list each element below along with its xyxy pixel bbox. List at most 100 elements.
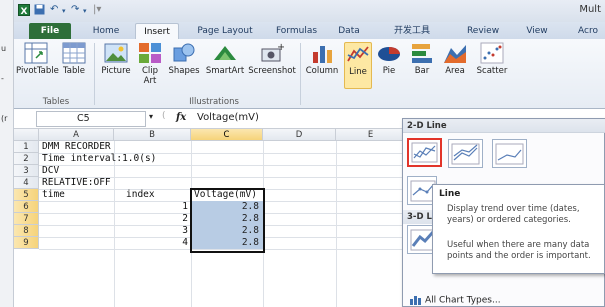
shapes-button[interactable]: Shapes bbox=[166, 42, 202, 76]
cell-a5[interactable]: time bbox=[42, 189, 65, 201]
picture-icon bbox=[104, 43, 128, 63]
redo-icon[interactable]: ↷ bbox=[71, 4, 79, 15]
insert-function-icon[interactable]: fx bbox=[176, 112, 186, 123]
pie-chart-button[interactable]: Pie bbox=[375, 42, 403, 76]
shapes-icon bbox=[173, 43, 195, 62]
line-chart-button[interactable]: Line bbox=[344, 42, 372, 89]
row-header-8[interactable]: 8 bbox=[14, 225, 39, 237]
pie-chart-label: Pie bbox=[382, 66, 396, 76]
formula-input[interactable]: Voltage(mV) bbox=[197, 112, 259, 123]
tab-formulas[interactable]: Formulas bbox=[269, 23, 324, 39]
row-header-6[interactable]: 6 bbox=[14, 201, 39, 213]
line-chart-option[interactable] bbox=[407, 138, 442, 167]
column-header-a[interactable]: A bbox=[39, 129, 114, 141]
customize-icon[interactable]: |▾ bbox=[93, 4, 101, 15]
tab-home[interactable]: Home bbox=[86, 23, 126, 39]
cell-b7[interactable]: 2 bbox=[114, 213, 191, 225]
tab-view[interactable]: View bbox=[519, 23, 555, 39]
screenshot-icon: + bbox=[261, 42, 284, 62]
row-header-2[interactable]: 2 bbox=[14, 153, 39, 165]
clip-art-icon bbox=[139, 43, 161, 63]
save-icon[interactable] bbox=[34, 4, 45, 18]
tab-developer[interactable]: 开发工具 bbox=[386, 23, 438, 39]
tab-page-layout[interactable]: Page Layout bbox=[191, 23, 259, 39]
row-header-7[interactable]: 7 bbox=[14, 213, 39, 225]
group-label-illustrations: Illustrations bbox=[189, 97, 239, 107]
cell-b5[interactable]: index bbox=[126, 189, 155, 201]
tab-insert[interactable]: Insert bbox=[135, 23, 179, 39]
strip-text-3: (r bbox=[1, 114, 8, 123]
name-box[interactable]: C5 bbox=[36, 111, 146, 127]
area-chart-label: Area bbox=[445, 66, 465, 76]
cell-b9[interactable]: 4 bbox=[114, 237, 191, 249]
smartart-icon bbox=[214, 46, 236, 60]
tab-review[interactable]: Review bbox=[461, 23, 505, 39]
cell-b6[interactable]: 1 bbox=[114, 201, 191, 213]
group-label-tables: Tables bbox=[42, 97, 70, 107]
row-header-4[interactable]: 4 bbox=[14, 177, 39, 189]
bar-chart-label: Bar bbox=[414, 66, 430, 76]
clip-art-button[interactable]: Clip Art bbox=[136, 42, 164, 86]
tab-file[interactable]: File bbox=[29, 23, 71, 39]
column-chart-label: Column bbox=[305, 66, 339, 76]
row-header-1[interactable]: 1 bbox=[14, 141, 39, 153]
selection-range-border bbox=[190, 188, 265, 253]
strip-text-2: - bbox=[1, 74, 4, 83]
ribbon-tabs: File Home Insert Page Layout Formulas Da… bbox=[14, 22, 605, 39]
ribbon-insert: PivotTable Table Tables Picture Clip Art… bbox=[14, 39, 605, 109]
excel-window: u - (r X ↶ ▾ ↷ ▾ |▾ Mult File Home Inser… bbox=[0, 0, 605, 307]
select-all-corner[interactable] bbox=[14, 129, 39, 141]
background-window-strip: u - (r bbox=[0, 0, 14, 307]
tooltip-note: Useful when there are many data points a… bbox=[447, 240, 591, 261]
bar-chart-icon bbox=[412, 44, 432, 63]
name-box-dropdown-icon[interactable]: ▾ bbox=[149, 112, 153, 121]
cell-a2[interactable]: Time interval:1.0(s) bbox=[42, 153, 156, 165]
line-chart-tooltip: Line Display trend over time (dates, yea… bbox=[432, 184, 605, 274]
smartart-button[interactable]: SmartArt bbox=[204, 42, 246, 76]
column-header-e[interactable]: E bbox=[336, 129, 406, 141]
cell-a3[interactable]: DCV bbox=[42, 165, 59, 177]
pivot-table-button[interactable]: PivotTable bbox=[16, 42, 59, 76]
percent-stacked-line-chart-option[interactable] bbox=[492, 139, 527, 168]
column-header-d[interactable]: D bbox=[263, 129, 336, 141]
tooltip-title: Line bbox=[439, 189, 461, 199]
row-header-3[interactable]: 3 bbox=[14, 165, 39, 177]
row-header-9[interactable]: 9 bbox=[14, 237, 39, 249]
scatter-chart-button[interactable]: Scatter bbox=[475, 42, 509, 76]
svg-text:+: + bbox=[277, 42, 284, 53]
column-header-b[interactable]: B bbox=[114, 129, 191, 141]
redo-dropdown-icon[interactable]: ▾ bbox=[83, 7, 87, 15]
window-title: Mult bbox=[579, 4, 601, 15]
column-chart-button[interactable]: Column bbox=[303, 42, 341, 76]
section-2d-line: 2-D Line bbox=[403, 119, 605, 133]
cancel-icon[interactable]: ( bbox=[162, 111, 166, 121]
table-icon bbox=[62, 42, 86, 64]
all-chart-types-icon bbox=[410, 296, 421, 305]
table-label: Table bbox=[63, 66, 85, 76]
svg-text:X: X bbox=[21, 7, 28, 16]
all-chart-types-button[interactable]: All Chart Types... bbox=[409, 295, 501, 306]
row-header-5[interactable]: 5 bbox=[14, 189, 39, 201]
cell-b8[interactable]: 3 bbox=[114, 225, 191, 237]
area-chart-button[interactable]: Area bbox=[440, 42, 470, 76]
title-bar: X ↶ ▾ ↷ ▾ |▾ Mult bbox=[14, 0, 605, 22]
all-chart-types-label: All Chart Types... bbox=[425, 295, 501, 306]
undo-icon[interactable]: ↶ bbox=[50, 4, 58, 15]
tab-data[interactable]: Data bbox=[332, 23, 366, 39]
cell-a1[interactable]: DMM RECORDER bbox=[42, 141, 111, 153]
gridline bbox=[336, 141, 337, 307]
screenshot-label: Screenshot bbox=[248, 66, 296, 76]
picture-button[interactable]: Picture bbox=[98, 42, 134, 76]
tooltip-description: Display trend over time (dates, years) o… bbox=[447, 204, 580, 225]
table-button[interactable]: Table bbox=[58, 42, 90, 76]
bar-chart-button[interactable]: Bar bbox=[407, 42, 437, 76]
excel-logo-icon: X bbox=[18, 4, 30, 19]
clip-art-label: Clip Art bbox=[141, 66, 159, 86]
screenshot-button[interactable]: + Screenshot bbox=[246, 42, 298, 76]
pivot-table-label: PivotTable bbox=[16, 66, 59, 76]
tab-acrobat[interactable]: Acro bbox=[571, 23, 605, 39]
column-header-c[interactable]: C bbox=[191, 129, 263, 141]
stacked-line-chart-option[interactable] bbox=[448, 139, 483, 168]
undo-dropdown-icon[interactable]: ▾ bbox=[62, 7, 66, 15]
cell-a4[interactable]: RELATIVE:OFF bbox=[42, 177, 111, 189]
